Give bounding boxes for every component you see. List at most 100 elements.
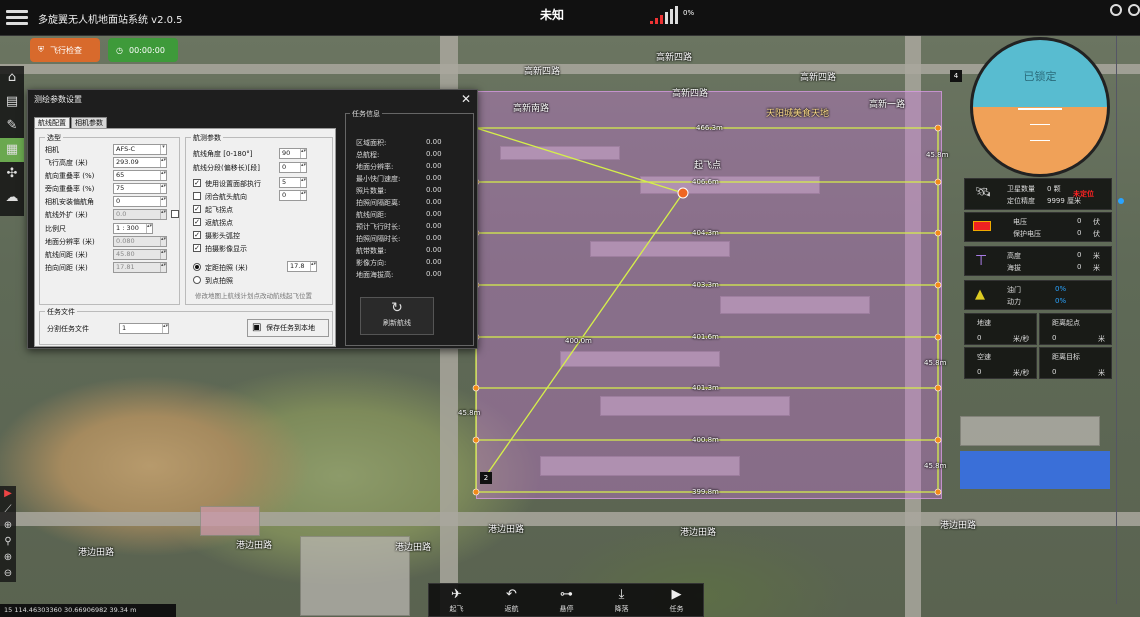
field-label: 航向重叠率 (%) xyxy=(45,172,95,180)
volt-unit: 伏 xyxy=(1093,218,1100,226)
camera-yaw-input[interactable]: 0 ▴▾ xyxy=(113,196,167,207)
checkbox-show-photos[interactable]: ✓ xyxy=(193,244,201,252)
road-label: 高新四路 xyxy=(524,67,561,77)
camera-group-title: 选型 xyxy=(45,133,63,143)
hover-button[interactable]: ⊶ 悬停 xyxy=(539,584,594,617)
close-heading-input[interactable]: 0 ▴▾ xyxy=(279,190,307,201)
return-button[interactable]: ↶ 返航 xyxy=(484,584,539,617)
power-icon[interactable] xyxy=(1110,4,1122,16)
road-label: 港边田路 xyxy=(78,548,115,558)
ground-speed-panel: 地速 0 米/秒 xyxy=(964,313,1037,345)
checkbox-camera-control[interactable]: ✓ xyxy=(193,231,201,239)
save-mission-button[interactable]: ▣ 保存任务到本地 xyxy=(247,319,329,337)
info-label: 预计飞行时长: xyxy=(356,223,401,231)
takeoff-button[interactable]: ✈ 起飞 xyxy=(429,584,484,617)
spinner-icon: ▴▾ xyxy=(160,237,166,246)
top-bar: 多旋翼无人机地面站系统 v2.0.5 未知 0% xyxy=(0,0,1140,36)
info-label: 地面海拔高: xyxy=(356,271,394,279)
mission-info-title: 任务信息 xyxy=(350,109,382,119)
gs-value: 0 xyxy=(977,334,982,342)
home-icon[interactable]: ⌂ xyxy=(0,66,24,90)
use-settings-input[interactable]: 5 ▴▾ xyxy=(279,177,307,188)
scale-input[interactable]: 1 : 300 ▴▾ xyxy=(113,223,153,234)
checkbox-use-settings[interactable]: ✓ xyxy=(193,179,201,187)
route-angle-input[interactable]: 90 ▴▾ xyxy=(279,148,307,159)
checkbox-close-heading[interactable] xyxy=(193,192,201,200)
radio-distance-shot[interactable] xyxy=(193,263,201,271)
segment-distance: 466.3m xyxy=(696,124,723,132)
pitch-tick xyxy=(1030,124,1050,125)
close-icon[interactable]: ✕ xyxy=(461,92,471,106)
route-expand-input[interactable]: 0.0 ▴▾ xyxy=(113,209,167,220)
pos-label: 定位精度 xyxy=(1007,197,1035,205)
spinner-icon: ▴▾ xyxy=(310,262,316,271)
edit-icon[interactable]: ✎ xyxy=(0,114,24,138)
spinner-icon: ▴▾ xyxy=(160,197,166,206)
info-label: 拍照间隔距离: xyxy=(356,199,401,207)
mission-button[interactable]: ▶ 任务 xyxy=(649,584,704,617)
volt-value: 0 xyxy=(1077,217,1082,225)
left-toolbar: ⌂ ▤ ✎ ▦ ✣ ☁ xyxy=(0,66,24,216)
distance-shot-input[interactable]: 17.8 ▴▾ xyxy=(287,261,317,272)
sea-value: 0 xyxy=(1077,263,1082,271)
minimize-icon[interactable] xyxy=(1128,4,1140,16)
segment-distance: 399.8m xyxy=(692,488,719,496)
spinner-icon: ▴▾ xyxy=(160,171,166,180)
tab-camera-params[interactable]: 相机参数 xyxy=(71,117,107,128)
zoom-in-icon[interactable]: ⊕ xyxy=(0,550,16,566)
connection-status: 未知 xyxy=(540,8,565,22)
locate-icon[interactable]: ⊕ xyxy=(0,518,16,534)
takeoff-icon: ✈ xyxy=(451,587,462,602)
scale-handle[interactable] xyxy=(1118,198,1124,204)
prot-unit: 伏 xyxy=(1093,230,1100,238)
checkbox-takeoff-point[interactable]: ✓ xyxy=(193,205,201,213)
forward-overlap-input[interactable]: 65 ▴▾ xyxy=(113,170,167,181)
flight-height-input[interactable]: 293.09 ▴▾ xyxy=(113,157,167,168)
land-button[interactable]: ⤓ 降落 xyxy=(594,584,649,617)
route-note: 修改地图上航线计划点改动航线起飞位置 xyxy=(195,292,312,300)
checkbox-return-point[interactable]: ✓ xyxy=(193,218,201,226)
info-value: 0.00 xyxy=(426,162,442,170)
side-distance: 45.8m xyxy=(924,462,947,470)
save-icon: ▣ xyxy=(252,322,262,333)
split-count-input[interactable]: 1 ▴▾ xyxy=(119,323,169,334)
flight-check-button[interactable]: ⛨ 飞行检查 xyxy=(30,38,100,62)
gsd-input[interactable]: 0.080 ▴▾ xyxy=(113,236,167,247)
side-distance: 45.8m xyxy=(926,151,949,159)
waypoint-number[interactable]: 4 xyxy=(950,70,962,82)
side-overlap-input[interactable]: 75 ▴▾ xyxy=(113,183,167,194)
radio-point-shot[interactable] xyxy=(193,276,201,284)
refresh-route-button[interactable]: ↻ 刷新航线 xyxy=(360,297,434,335)
shot-spacing-input[interactable]: 17.81 ▴▾ xyxy=(113,262,167,273)
cloud-icon[interactable]: ☁ xyxy=(0,186,24,210)
checkbox-label: 起飞拐点 xyxy=(205,206,233,214)
drone-icon[interactable]: ✣ xyxy=(0,162,24,186)
checkbox-label: 返航拐点 xyxy=(205,219,233,227)
camera-select[interactable]: AFS-C ▾ xyxy=(113,144,167,155)
road-label: 高新四路 xyxy=(656,53,693,63)
info-value: 0.00 xyxy=(426,210,442,218)
ruler-icon[interactable]: ⟋ xyxy=(0,502,16,518)
flag-icon[interactable]: ▶ xyxy=(0,486,16,502)
menu-icon[interactable] xyxy=(6,7,28,29)
throttle-panel: ▲ 油门 0% 动力 0% xyxy=(964,280,1112,310)
tab-route-config[interactable]: 航线配置 xyxy=(34,117,70,128)
zoom-out-icon[interactable]: ⊖ xyxy=(0,566,16,582)
info-label: 影像方向: xyxy=(356,259,387,267)
grid-icon[interactable]: ▦ xyxy=(0,138,24,162)
route-segment-input[interactable]: 0 ▴▾ xyxy=(279,162,307,173)
route-expand-checkbox[interactable] xyxy=(171,210,179,218)
print-icon[interactable]: ▤ xyxy=(0,90,24,114)
info-value: 0.00 xyxy=(426,138,442,146)
spinner-icon: ▴▾ xyxy=(300,149,306,158)
info-label: 照片数量: xyxy=(356,187,387,195)
checkbox-label: 拍摄影像显示 xyxy=(205,245,247,253)
gs-label: 地速 xyxy=(977,319,991,327)
refresh-route-label: 刷新航线 xyxy=(383,319,411,327)
building xyxy=(960,416,1100,446)
waypoint-number[interactable]: 2 xyxy=(480,472,492,484)
dt-unit: 米 xyxy=(1098,369,1105,377)
info-label: 总航程: xyxy=(356,151,380,159)
line-spacing-input[interactable]: 45.80 ▴▾ xyxy=(113,249,167,260)
pin-icon[interactable]: ⚲ xyxy=(0,534,16,550)
